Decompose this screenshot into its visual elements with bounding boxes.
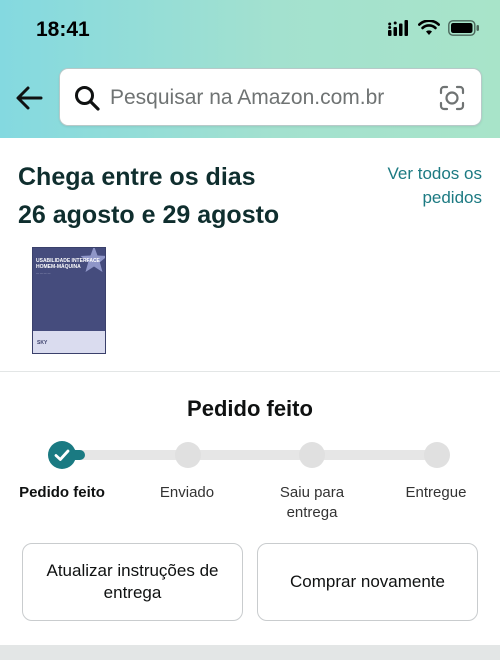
camera-lens-icon[interactable] [438,84,466,112]
check-icon [54,449,70,461]
search-placeholder: Pesquisar na Amazon.com.br [110,86,385,109]
step-dot-enviado [175,442,201,468]
step-label-pedido-feito: Pedido feito [19,484,105,501]
search-icon [75,86,100,111]
book-title-line-2: HOMEM-MÁQUINA [36,264,81,270]
search-input[interactable]: Pesquisar na Amazon.com.br [59,68,482,126]
step-dot-saiu-para-entrega [299,442,325,468]
back-arrow-icon [16,86,43,110]
delivery-line-1: Chega entre os dias [18,163,256,191]
app-header: 18:41 Pesquisar na Amazon.com.br [0,0,500,138]
status-time: 18:41 [36,18,90,41]
buy-again-button[interactable]: Comprar novamente [257,543,478,621]
step-label-saiu-para-entrega: Saiu para entrega [279,484,345,521]
delivery-estimate: Chega entre os dias 26 agosto e 29 agost… [18,158,279,234]
product-thumbnail[interactable]: USABILIDADE INTERFACE HOMEM-MÁQUINA — — … [32,247,106,354]
book-publisher-logo: SKY [37,340,48,346]
see-orders-line-1: Ver todos os [387,164,482,183]
wifi-icon [418,20,440,35]
delivery-line-2: 26 agosto e 29 agosto [18,201,280,229]
cellular-signal-icon [388,20,408,36]
step-label-entregue: Entregue [405,484,467,501]
see-all-orders-link[interactable]: Ver todos os pedidos [362,162,482,210]
progress-track [62,450,437,460]
step-label-enviado: Enviado [159,484,215,501]
step-dot-entregue [424,442,450,468]
order-status-title: Pedido feito [187,396,313,421]
battery-icon [448,20,479,36]
book-subtitle: — — — — [36,271,51,275]
update-delivery-instructions-button[interactable]: Atualizar instruções de entrega [22,543,243,621]
see-orders-line-2: pedidos [422,188,482,207]
back-button[interactable] [14,84,46,112]
step-dot-pedido-feito [48,441,76,469]
bottom-section-separator [0,645,500,660]
section-divider [0,371,500,372]
status-icons [388,20,480,36]
